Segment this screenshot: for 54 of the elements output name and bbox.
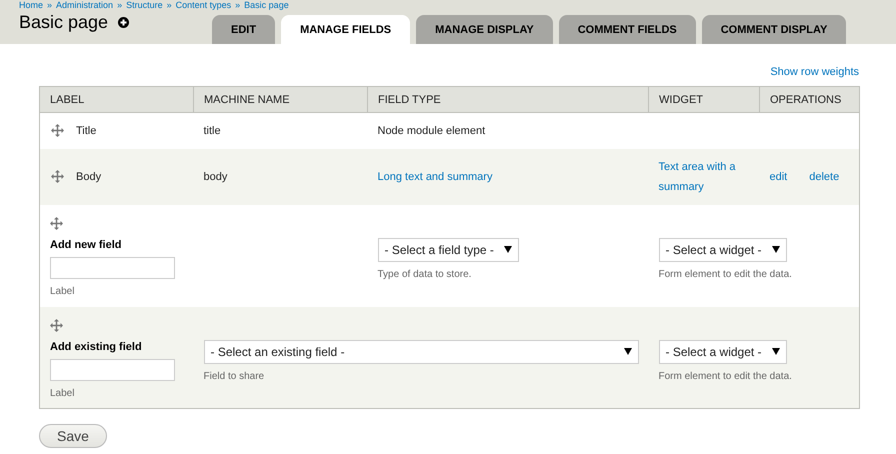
field-description: Label bbox=[50, 286, 76, 296]
breadcrumb-link[interactable]: Home bbox=[19, 0, 44, 10]
tab[interactable]: COMMENT FIELDS bbox=[558, 15, 696, 44]
row-title: Add existing field bbox=[50, 340, 143, 352]
breadcrumb-separator: » bbox=[117, 0, 122, 10]
widget-select[interactable]: - Select a widget - bbox=[658, 238, 787, 262]
field-description: Type of data to store. bbox=[378, 268, 472, 280]
breadcrumb-link[interactable]: Structure bbox=[126, 0, 163, 10]
page-title: Basic page bbox=[19, 11, 108, 33]
drag-handle-icon[interactable] bbox=[50, 216, 63, 230]
field-description: Form element to edit the data. bbox=[658, 268, 793, 280]
breadcrumb-link[interactable]: Content types bbox=[176, 0, 232, 10]
drag-handle-icon[interactable] bbox=[51, 170, 64, 183]
field-type: Node module element bbox=[378, 124, 486, 137]
column-header: WIDGET bbox=[648, 86, 760, 112]
tab[interactable]: MANAGE FIELDS bbox=[281, 15, 410, 44]
label-input[interactable] bbox=[50, 358, 175, 380]
breadcrumb-separator: » bbox=[47, 0, 52, 10]
caret-icon bbox=[624, 348, 632, 355]
breadcrumb-separator: » bbox=[235, 0, 240, 10]
breadcrumb-link[interactable]: Basic page bbox=[244, 0, 289, 10]
caret-icon bbox=[772, 246, 780, 253]
operation-link[interactable]: delete bbox=[809, 170, 840, 182]
field-label: Body bbox=[76, 170, 102, 182]
drag-handle-icon[interactable] bbox=[50, 318, 63, 332]
column-header: LABEL bbox=[40, 86, 194, 112]
row-title: Add new field bbox=[50, 238, 122, 250]
tab[interactable]: EDIT bbox=[212, 15, 276, 44]
field-description: Label bbox=[50, 388, 76, 398]
column-header: OPERATIONS bbox=[760, 86, 860, 112]
field-type-link[interactable]: Long text and summary bbox=[378, 170, 492, 182]
operation-link[interactable]: edit bbox=[770, 170, 788, 182]
drag-handle-icon[interactable] bbox=[51, 124, 64, 138]
breadcrumb-link[interactable]: Administration bbox=[56, 0, 114, 10]
column-header: MACHINE NAME bbox=[194, 86, 368, 112]
field-description: Form element to edit the data. bbox=[658, 370, 793, 382]
widget-select[interactable]: - Select a widget - bbox=[658, 340, 787, 364]
field-type-select[interactable]: - Select a field type - bbox=[378, 238, 519, 262]
field-label: Title bbox=[76, 124, 96, 137]
show-row-weights-link[interactable]: Show row weights bbox=[770, 66, 859, 78]
caret-icon bbox=[772, 348, 780, 355]
breadcrumb-separator: » bbox=[166, 0, 172, 10]
column-header: FIELD TYPE bbox=[368, 86, 648, 112]
add-shortcut-icon[interactable] bbox=[118, 16, 130, 28]
save-button[interactable]: Save bbox=[39, 424, 107, 448]
label-input[interactable] bbox=[50, 256, 175, 278]
caret-icon bbox=[504, 246, 512, 253]
tab[interactable]: MANAGE DISPLAY bbox=[416, 15, 553, 44]
machine-name: title bbox=[204, 124, 221, 137]
widget-link[interactable]: Text area with a summary bbox=[658, 156, 750, 196]
machine-name: body bbox=[204, 170, 228, 182]
tab[interactable]: COMMENT DISPLAY bbox=[702, 15, 846, 44]
existing-field-select[interactable]: - Select an existing field - bbox=[204, 340, 638, 364]
field-description: Field to share bbox=[204, 370, 266, 382]
